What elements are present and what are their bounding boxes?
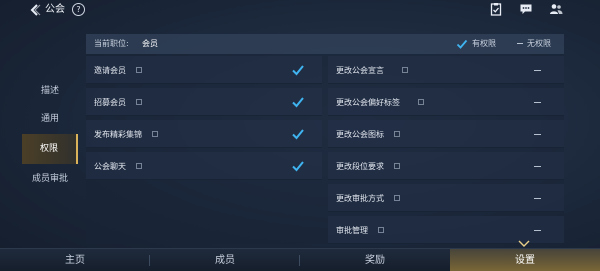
dash-icon bbox=[534, 166, 541, 167]
info-icon[interactable] bbox=[136, 67, 142, 73]
sidebar-item-member-approval[interactable]: 成员审批 bbox=[22, 164, 78, 194]
check-icon bbox=[292, 129, 304, 140]
help-icon[interactable]: ? bbox=[72, 3, 85, 16]
sidebar-item-permissions[interactable]: 权限 bbox=[22, 134, 78, 164]
sidebar-item-label: 权限 bbox=[39, 144, 58, 154]
permission-row: 邀请会员 bbox=[86, 56, 322, 84]
permission-row: 公会聊天 bbox=[86, 152, 322, 180]
info-icon[interactable] bbox=[378, 227, 384, 233]
sidebar-item-general[interactable]: 通用 bbox=[22, 104, 78, 134]
nav-tab-label: 奖励 bbox=[365, 255, 385, 266]
back-arrow-icon[interactable] bbox=[28, 3, 42, 17]
nav-tab-label: 成员 bbox=[215, 255, 235, 266]
info-icon[interactable] bbox=[136, 163, 142, 169]
permission-row: 更改公会宣言 bbox=[328, 56, 564, 84]
sidebar-item-description[interactable]: 描述 bbox=[22, 76, 78, 106]
info-icon[interactable] bbox=[418, 99, 424, 105]
permission-label: 招募会员 bbox=[94, 98, 126, 107]
dash-icon bbox=[534, 134, 541, 135]
permission-row: 更改段位要求 bbox=[328, 152, 564, 180]
info-icon[interactable] bbox=[402, 67, 408, 73]
info-icon[interactable] bbox=[394, 131, 400, 137]
nav-tab-settings[interactable]: 设置 bbox=[450, 249, 600, 271]
current-rank-label: 当前职位: bbox=[94, 39, 129, 48]
nav-tab-label: 主页 bbox=[65, 255, 85, 266]
nav-tab-members[interactable]: 成员 bbox=[150, 249, 300, 271]
info-icon[interactable] bbox=[136, 99, 142, 105]
info-icon[interactable] bbox=[152, 131, 158, 137]
current-rank-value: 会员 bbox=[142, 39, 158, 48]
page-title: 公会 bbox=[45, 4, 65, 15]
permissions-header: 当前职位: 会员 有权限 无权限 bbox=[86, 34, 564, 54]
info-icon[interactable] bbox=[394, 163, 400, 169]
permission-label: 更改审批方式 bbox=[336, 194, 384, 203]
check-icon bbox=[456, 39, 468, 49]
permission-label: 审批管理 bbox=[336, 226, 368, 235]
clipboard-icon[interactable] bbox=[489, 2, 503, 16]
dash-icon bbox=[517, 43, 523, 44]
dash-icon bbox=[534, 102, 541, 103]
dash-icon bbox=[534, 230, 541, 231]
check-icon bbox=[292, 97, 304, 108]
permission-label: 发布精彩集锦 bbox=[94, 130, 142, 139]
permission-row: 招募会员 bbox=[86, 88, 322, 116]
nav-tab-rewards[interactable]: 奖励 bbox=[300, 249, 450, 271]
permission-row: 更改审批方式 bbox=[328, 184, 564, 212]
permission-label: 邀请会员 bbox=[94, 66, 126, 75]
legend-has-permission: 有权限 bbox=[472, 39, 496, 48]
top-bar: 公会 ? bbox=[0, 0, 600, 22]
permissions-panel: 当前职位: 会员 有权限 无权限 邀请会员 招募会员 发布精彩集锦 公会聊天 更… bbox=[86, 34, 564, 244]
permission-row: 更改公会图标 bbox=[328, 120, 564, 148]
members-icon[interactable] bbox=[549, 2, 563, 16]
permission-label: 更改公会宣言 bbox=[336, 66, 384, 75]
info-icon[interactable] bbox=[394, 195, 400, 201]
permission-row: 更改公会偏好标签 bbox=[328, 88, 564, 116]
sidebar-item-label: 描述 bbox=[40, 86, 59, 96]
active-tab-indicator-icon bbox=[518, 240, 530, 247]
nav-tab-label: 设置 bbox=[515, 255, 535, 266]
chat-icon[interactable] bbox=[519, 2, 533, 16]
check-icon bbox=[292, 65, 304, 76]
sidebar-item-label: 成员审批 bbox=[31, 174, 68, 184]
dash-icon bbox=[534, 70, 541, 71]
nav-tab-home[interactable]: 主页 bbox=[0, 249, 150, 271]
permission-row: 发布精彩集锦 bbox=[86, 120, 322, 148]
bottom-nav: 主页 成员 奖励 设置 bbox=[0, 248, 600, 271]
legend-no-permission: 无权限 bbox=[527, 39, 551, 48]
permission-label: 更改公会图标 bbox=[336, 130, 384, 139]
permission-label: 公会聊天 bbox=[94, 162, 126, 171]
check-icon bbox=[292, 161, 304, 172]
dash-icon bbox=[534, 198, 541, 199]
sidebar-item-label: 通用 bbox=[40, 114, 59, 124]
permission-label: 更改公会偏好标签 bbox=[336, 98, 400, 107]
permission-label: 更改段位要求 bbox=[336, 162, 384, 171]
